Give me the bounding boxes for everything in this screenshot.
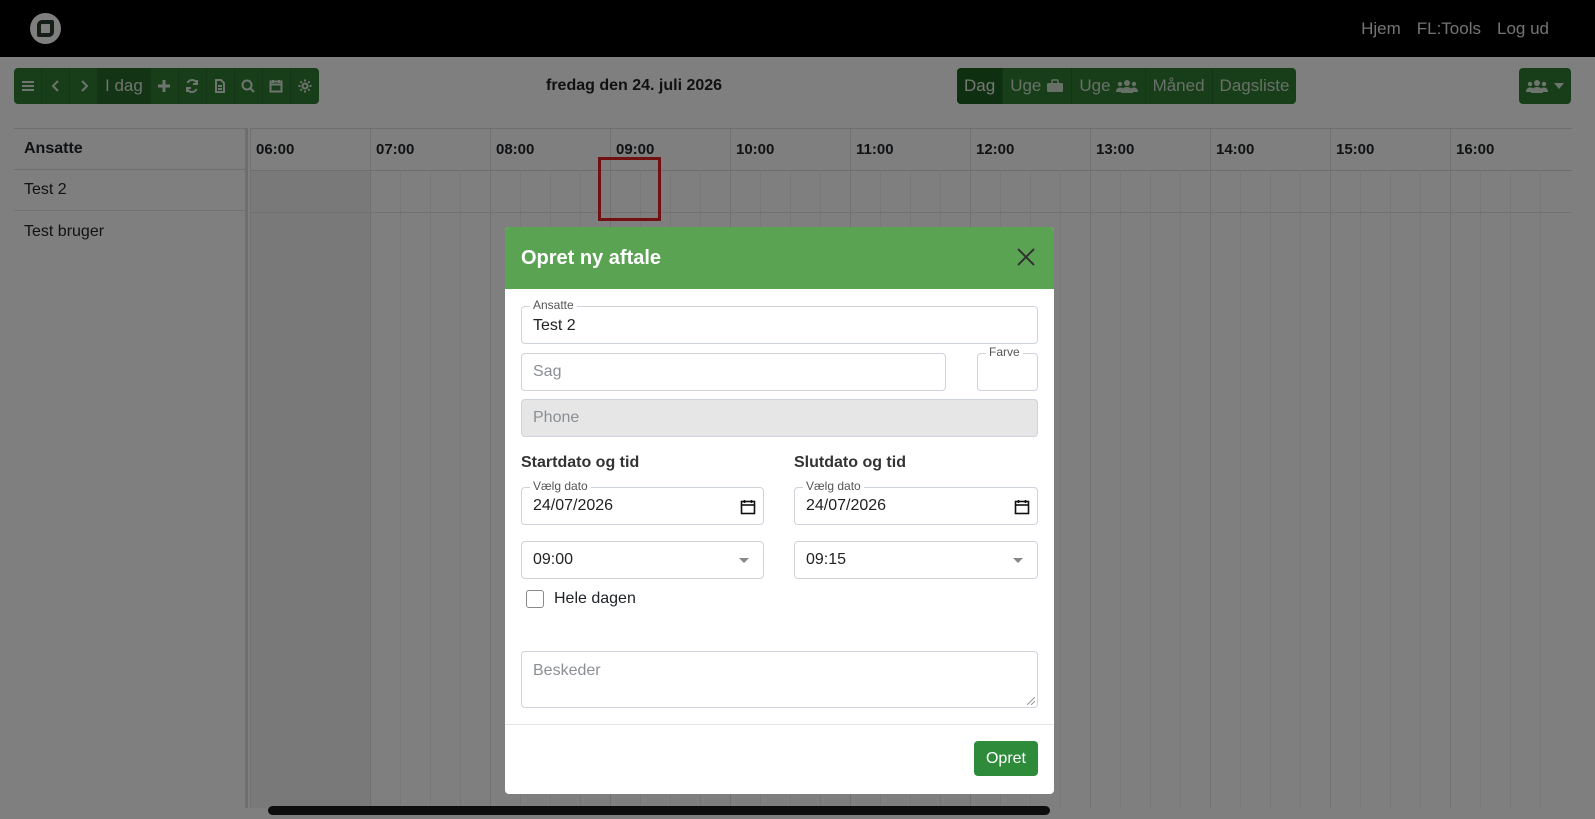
messages-textarea[interactable]: Beskeder: [521, 651, 1038, 708]
case-input[interactable]: Sag: [521, 353, 946, 391]
end-time-value: 09:15: [806, 551, 847, 568]
resize-handle-icon[interactable]: [1027, 697, 1035, 705]
case-placeholder: Sag: [533, 363, 562, 380]
all-day-option[interactable]: Hele dagen: [526, 590, 636, 608]
end-date-input[interactable]: Vælg dato 24/07/2026: [794, 479, 1038, 525]
chevron-down-icon: [739, 558, 749, 563]
new-appointment-modal: Opret ny aftale Ansatte Test 2 Sag Farve…: [505, 227, 1054, 794]
start-date-value: 24/07/2026: [533, 497, 614, 514]
start-date-input[interactable]: Vælg dato 24/07/2026: [521, 479, 764, 525]
modal-title: Opret ny aftale: [521, 246, 662, 269]
end-time-select[interactable]: 09:15: [794, 541, 1038, 579]
end-date-legend: Vælg dato: [803, 479, 864, 493]
submit-button[interactable]: Opret: [973, 741, 1038, 776]
chevron-down-icon: [1013, 558, 1023, 563]
employee-value: Test 2: [533, 317, 576, 334]
calendar-icon[interactable]: [1014, 499, 1030, 515]
modal-header: Opret ny aftale: [505, 227, 1054, 289]
phone-input[interactable]: Phone: [521, 399, 1038, 437]
employee-legend: Ansatte: [530, 298, 577, 312]
all-day-checkbox[interactable]: [526, 590, 544, 608]
all-day-label: Hele dagen: [554, 590, 636, 607]
start-date-legend: Vælg dato: [530, 479, 591, 493]
employee-field[interactable]: Ansatte Test 2: [521, 298, 1038, 344]
start-label: Startdato og tid: [521, 454, 640, 471]
calendar-icon[interactable]: [740, 499, 756, 515]
close-icon[interactable]: [1014, 245, 1038, 269]
phone-placeholder: Phone: [533, 409, 580, 426]
start-time-select[interactable]: 09:00: [521, 541, 764, 579]
color-picker[interactable]: Farve: [977, 345, 1038, 391]
start-time-value: 09:00: [533, 551, 574, 568]
modal-footer: Opret: [505, 724, 1054, 794]
color-legend: Farve: [986, 345, 1023, 359]
end-date-value: 24/07/2026: [806, 497, 887, 514]
end-label: Slutdato og tid: [794, 454, 906, 471]
messages-placeholder: Beskeder: [533, 662, 601, 679]
